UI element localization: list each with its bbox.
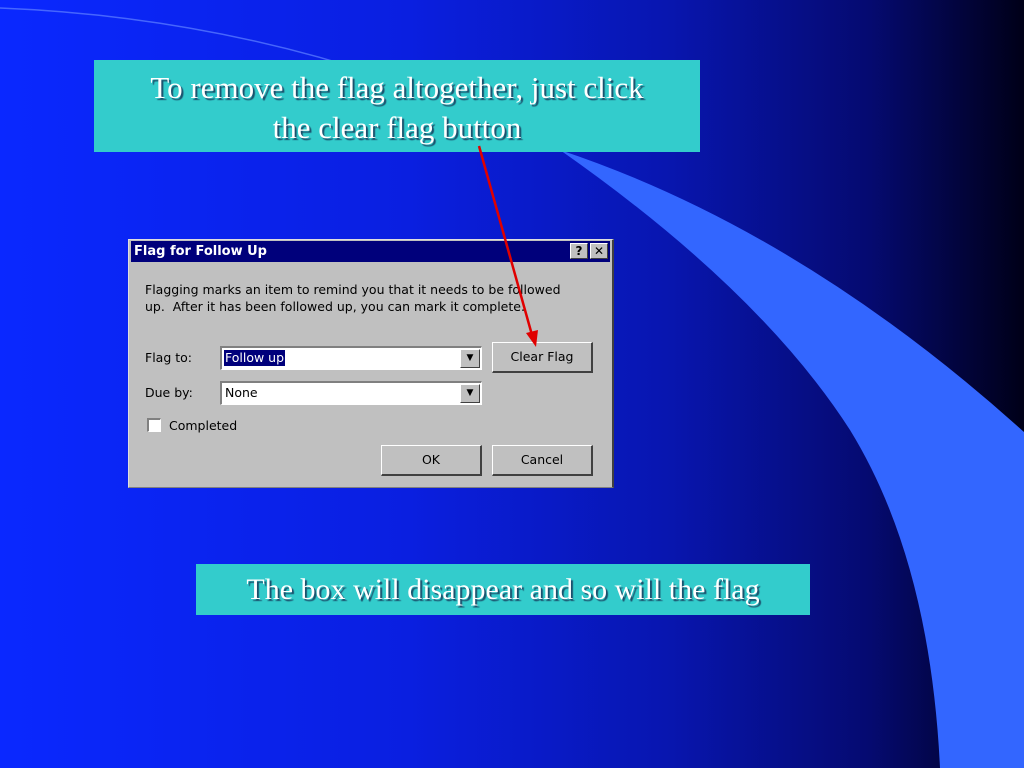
pointer-arrow <box>477 145 538 347</box>
pointer-arrow-line <box>477 145 534 336</box>
pointer-arrow-head <box>526 330 538 347</box>
result-callout: The box will disappear and so will the f… <box>196 564 810 615</box>
